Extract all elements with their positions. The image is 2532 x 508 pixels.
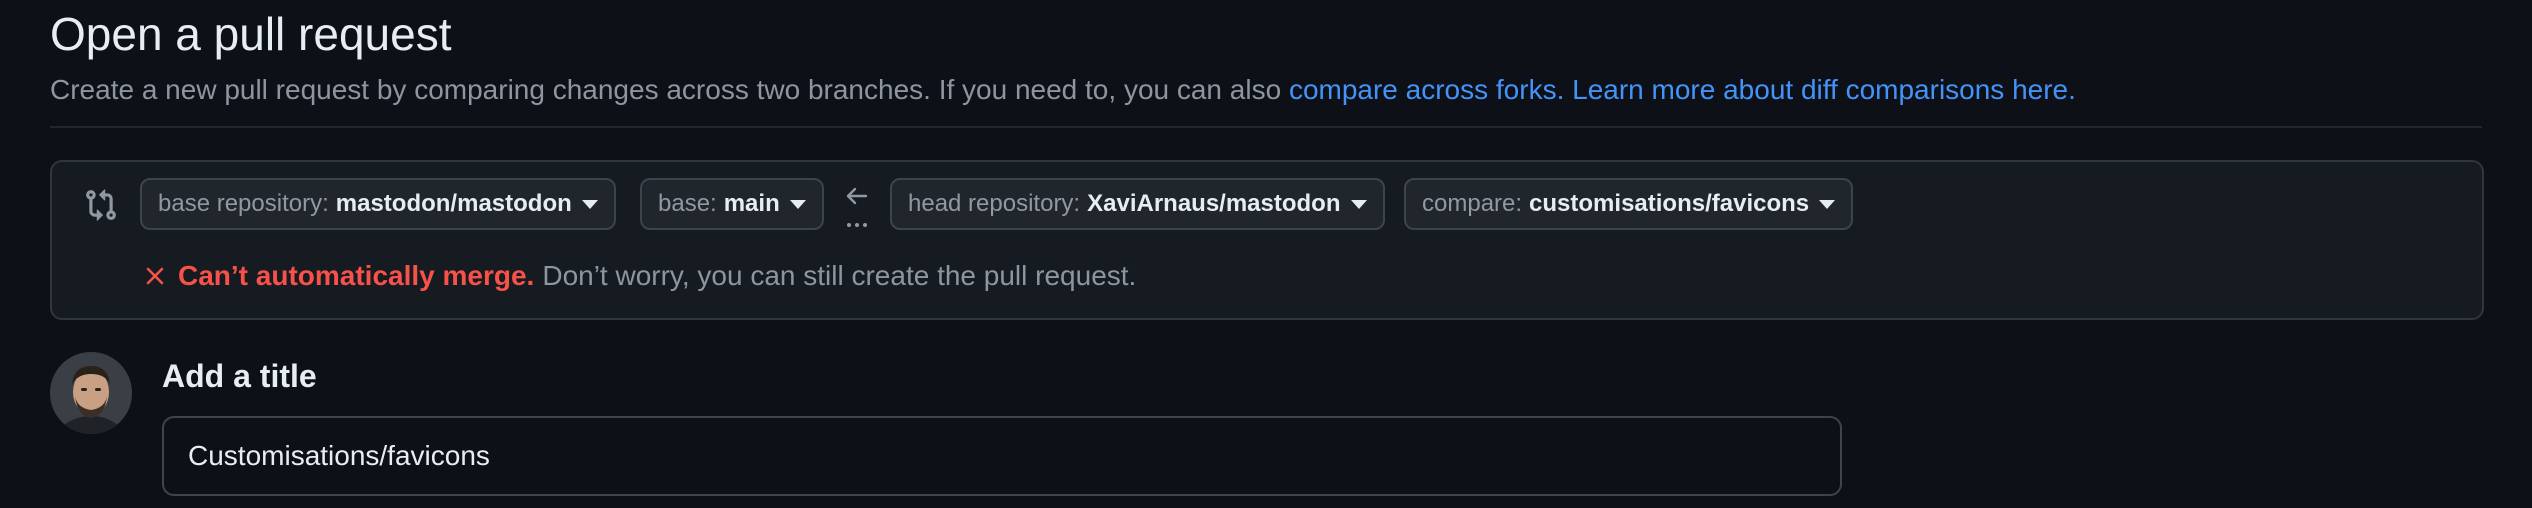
base-branch-select[interactable]: base: main [640, 178, 824, 230]
title-input[interactable] [162, 416, 1842, 496]
subtitle-text: Create a new pull request by comparing c… [50, 74, 1289, 105]
x-icon [146, 267, 164, 285]
base-branch-value: main [723, 190, 780, 217]
compare-branch-select[interactable]: compare: customisations/favicons [1404, 178, 1854, 230]
chevron-down-icon [1350, 199, 1367, 209]
compare-across-forks-link[interactable]: compare across forks. [1289, 74, 1564, 105]
page-title: Open a pull request [50, 8, 452, 60]
chevron-down-icon [1819, 199, 1836, 209]
chevron-down-icon [789, 199, 806, 209]
head-repository-select[interactable]: head repository: XaviArnaus/mastodon [890, 178, 1385, 230]
compare-branch-label: compare: [1422, 190, 1523, 217]
avatar[interactable] [50, 352, 132, 434]
merge-status-message: Don’t worry, you can still create the pu… [542, 260, 1137, 291]
arrow-left-icon [846, 187, 868, 227]
avatar-portrait [50, 352, 132, 434]
compare-panel: base repository: mastodon/mastodon base:… [50, 160, 2484, 320]
header-divider [50, 126, 2482, 128]
base-repository-select[interactable]: base repository: mastodon/mastodon [140, 178, 616, 230]
page-subtitle: Create a new pull request by comparing c… [50, 70, 2076, 110]
title-field-label: Add a title [162, 358, 317, 394]
base-repository-value: mastodon/mastodon [335, 190, 572, 217]
merge-error-text: Can’t automatically merge. [178, 260, 535, 291]
chevron-down-icon [581, 199, 598, 209]
head-repository-label: head repository: [908, 190, 1081, 217]
merge-status: Can’t automatically merge. Don’t worry, … [144, 256, 1136, 296]
page: Open a pull request Create a new pull re… [0, 0, 2532, 508]
learn-more-diff-link[interactable]: Learn more about diff comparisons here. [1572, 74, 2076, 105]
compare-branch-value: customisations/favicons [1529, 190, 1810, 217]
head-repository-value: XaviArnaus/mastodon [1087, 190, 1341, 217]
git-compare-icon [86, 189, 116, 221]
base-repository-label: base repository: [158, 190, 329, 217]
base-branch-label: base: [658, 190, 717, 217]
